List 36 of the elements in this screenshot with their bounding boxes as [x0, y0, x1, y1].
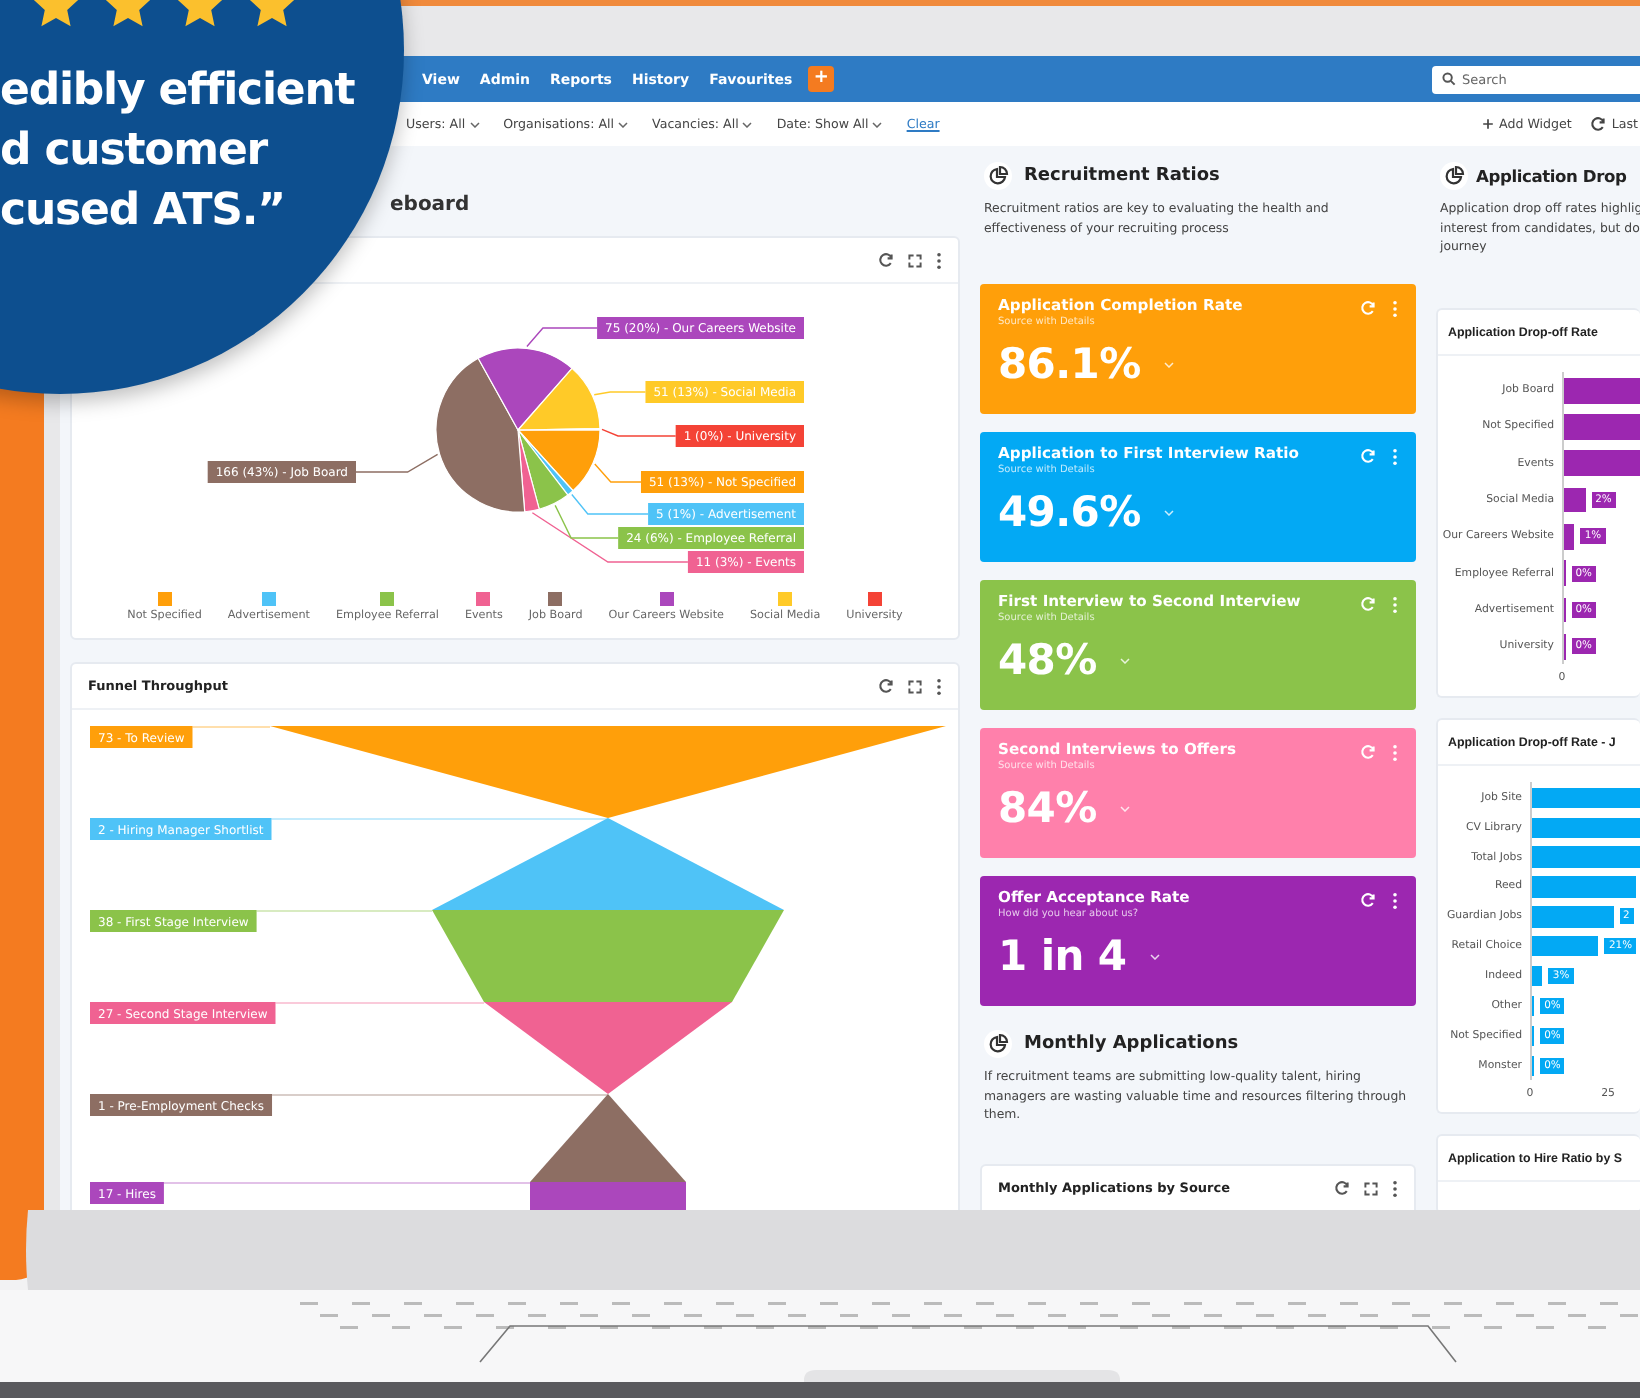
leader-line — [526, 327, 598, 348]
metric-value: 48% — [998, 636, 1097, 684]
metric-value: 1 in 4 — [998, 932, 1127, 980]
more-icon[interactable] — [1392, 1179, 1398, 1197]
section-title: Application Drop — [1476, 166, 1627, 186]
expand-icon[interactable] — [908, 679, 922, 693]
leader-line — [601, 428, 677, 437]
more-icon[interactable] — [1392, 891, 1398, 909]
metric-value: 49.6% — [998, 488, 1141, 536]
expand-icon[interactable] — [908, 253, 922, 267]
metric-value: 84% — [998, 784, 1097, 832]
quote-text: edibly efficient d customer cused ATS.” — [0, 64, 355, 240]
more-icon[interactable] — [936, 677, 942, 695]
refresh-icon[interactable] — [1334, 1180, 1350, 1196]
chevron-icon[interactable] — [469, 121, 480, 127]
chevron-icon[interactable] — [618, 121, 629, 127]
section-title: Recruitment Ratios — [1024, 166, 1220, 186]
leader-line — [593, 391, 647, 396]
leader-line — [355, 453, 439, 473]
pie-chart-icon — [984, 162, 1012, 190]
section-title: Monthly Applications — [1024, 1034, 1239, 1054]
metric-value: 86.1% — [998, 340, 1141, 388]
chevron-icon[interactable] — [742, 121, 753, 127]
leader-line — [191, 726, 271, 728]
refresh-icon[interactable] — [1589, 116, 1606, 132]
expand-icon[interactable] — [1364, 1181, 1378, 1195]
chevron-icon[interactable] — [872, 121, 883, 127]
pie-chart-icon — [984, 1030, 1012, 1058]
pie-chart-icon — [1440, 162, 1468, 190]
leader-line — [594, 463, 642, 483]
plus-icon — [1481, 118, 1493, 130]
refresh-icon[interactable] — [878, 252, 894, 268]
page-title: eboard — [390, 194, 470, 216]
refresh-icon[interactable] — [878, 678, 894, 694]
more-icon[interactable] — [936, 251, 942, 269]
add-button[interactable]: + — [808, 66, 835, 92]
